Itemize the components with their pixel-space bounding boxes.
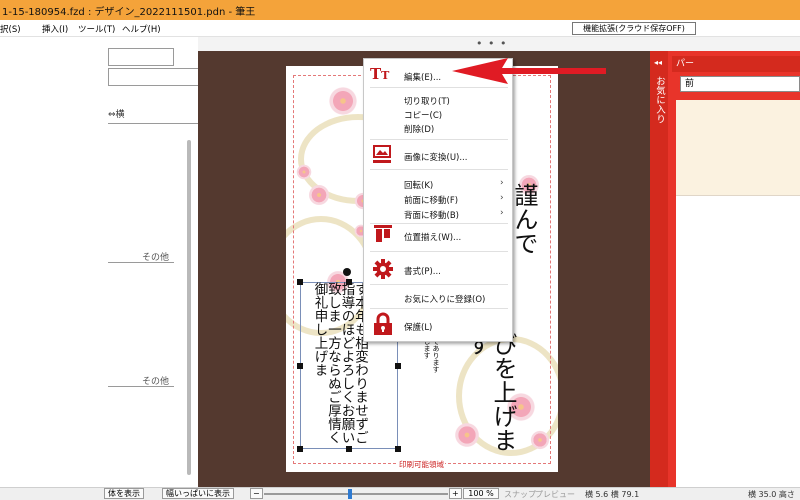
menu-item-delete[interactable]: 削除(D) — [404, 123, 434, 135]
image-convert-icon — [373, 145, 391, 163]
print-area-label: 印刷可能領域 — [398, 459, 445, 470]
gear-icon — [373, 259, 393, 279]
lock-icon — [374, 312, 392, 335]
menu-item-copy[interactable]: コピー(C) — [404, 109, 442, 121]
menu-separator — [370, 251, 508, 252]
zoom-in-button[interactable]: + — [449, 488, 462, 499]
menu-help[interactable]: ヘルプ(H) — [122, 23, 161, 35]
menu-item-protect[interactable]: 保護(L) — [404, 321, 432, 333]
zoom-slider-thumb[interactable] — [348, 489, 352, 499]
show-all-button[interactable]: 体を表示 — [104, 488, 144, 499]
preview-toggle[interactable]: プレビュー — [535, 489, 575, 500]
horizontal-label: ⇔横 — [108, 110, 125, 120]
height-readout: 横 35.0 高さ — [748, 490, 795, 499]
submenu-arrow-icon: › — [500, 208, 504, 218]
menu-item-convert-image[interactable]: 画像に変換(U)... — [404, 151, 467, 163]
resize-handle[interactable] — [395, 446, 401, 452]
snap-toggle[interactable]: スナップ — [504, 489, 536, 500]
submenu-arrow-icon: › — [500, 178, 504, 188]
right-panel-divider — [676, 195, 800, 196]
resize-handle[interactable] — [297, 279, 303, 285]
zoom-slider-track[interactable] — [264, 493, 448, 495]
resize-handle[interactable] — [395, 363, 401, 369]
more-dots-icon[interactable]: • • • — [476, 37, 507, 50]
right-panel-top-strip — [650, 37, 800, 51]
parts-tab[interactable]: パー — [672, 56, 800, 72]
menu-separator — [370, 169, 508, 170]
front-button[interactable]: 前 — [680, 76, 800, 92]
menu-item-bring-forward[interactable]: 前面に移動(F) — [404, 194, 458, 206]
resize-handle[interactable] — [346, 446, 352, 452]
menu-item-format[interactable]: 書式(P)... — [404, 265, 441, 277]
menu-insert[interactable]: 挿入(I) — [42, 23, 68, 35]
favorites-label[interactable]: お気に入り — [652, 76, 666, 124]
submenu-arrow-icon: › — [500, 193, 504, 203]
menu-item-send-backward[interactable]: 背面に移動(B) — [404, 209, 459, 221]
zoom-value[interactable]: 100 % — [463, 488, 499, 499]
menu-select[interactable]: 択(S) — [0, 23, 21, 35]
right-panel-preview — [676, 100, 800, 195]
title-bar: 1-15-180954.fzd : デザイン_2022111501.pdn - … — [0, 0, 800, 20]
menu-separator — [370, 308, 508, 309]
canvas-top-strip — [198, 37, 650, 51]
left-field-1[interactable] — [108, 48, 174, 66]
align-icon — [374, 225, 392, 242]
left-divider-1 — [108, 123, 198, 124]
menu-separator — [370, 284, 508, 285]
left-divider-2 — [108, 262, 174, 263]
rotate-handle[interactable] — [343, 268, 351, 276]
menu-item-edit[interactable]: 編集(E)... — [404, 71, 441, 83]
resize-handle[interactable] — [297, 446, 303, 452]
greeting-text-2[interactable]: びを上げます — [463, 332, 517, 462]
width-readout: 横 5.6 横 79.1 — [585, 490, 640, 499]
left-divider-3 — [108, 386, 174, 387]
red-arrow-icon — [452, 58, 606, 84]
menu-separator — [370, 139, 508, 140]
greeting-text-1[interactable]: 謹んで — [510, 183, 538, 255]
window-title: 1-15-180954.fzd : デザイン_2022111501.pdn - … — [2, 7, 256, 18]
menu-item-align[interactable]: 位置揃え(W)... — [404, 231, 461, 243]
menu-separator — [370, 87, 508, 88]
text-edit-icon: TT — [370, 65, 390, 83]
left-scrollbar[interactable] — [187, 140, 191, 475]
menu-item-cut[interactable]: 切り取り(T) — [404, 95, 450, 107]
resize-handle[interactable] — [346, 279, 352, 285]
menu-item-rotate[interactable]: 回転(K) — [404, 179, 433, 191]
collapse-icon[interactable]: ◂◂ — [654, 58, 662, 67]
left-field-2[interactable] — [108, 68, 198, 86]
fit-width-button[interactable]: 幅いっぱいに表示 — [162, 488, 234, 499]
cloud-extension-button[interactable]: 機能拡張(クラウド保存OFF) — [572, 22, 696, 35]
context-menu: TT 編集(E)... 切り取り(T) コピー(C) 削除(D) 画像に変換(U… — [363, 58, 513, 342]
menu-item-add-favorite[interactable]: お気に入りに登録(O) — [404, 293, 485, 305]
menu-tools[interactable]: ツール(T) — [78, 23, 115, 35]
zoom-out-button[interactable]: − — [250, 488, 263, 499]
selected-body-text[interactable]: す本年も相変わりませずご指導のほどよろしくお願い致しま一方ならぬご厚情く御礼申し… — [312, 282, 369, 447]
resize-handle[interactable] — [297, 363, 303, 369]
